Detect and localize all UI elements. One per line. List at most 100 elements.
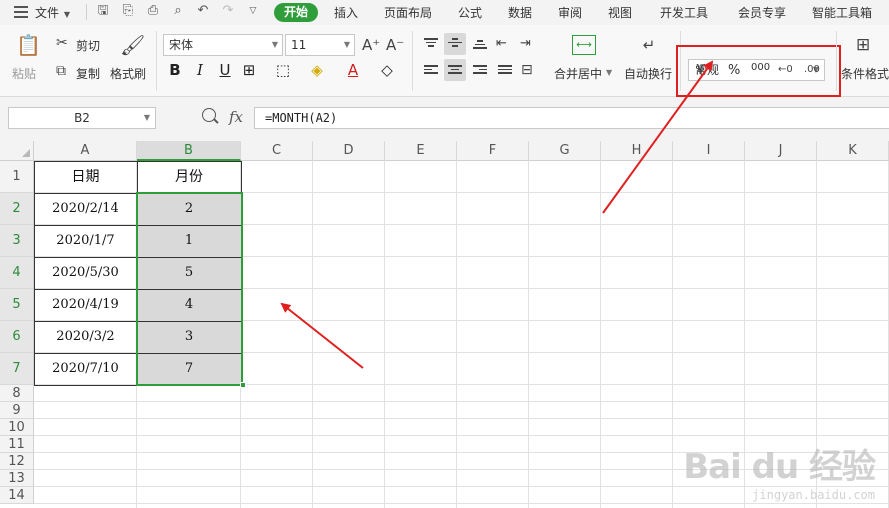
cell-b1-month-header[interactable]: 月份 (137, 161, 241, 193)
tab-developer[interactable]: 开发工具 (660, 4, 708, 21)
export-icon[interactable]: ⎘ (121, 4, 135, 18)
column-header-g[interactable]: G (529, 141, 601, 161)
tab-page-layout[interactable]: 页面布局 (384, 4, 432, 21)
decrease-font-icon[interactable]: A⁻ (386, 37, 404, 53)
row-header-12[interactable]: 12 (0, 453, 34, 470)
row-header-3[interactable]: 3 (0, 225, 34, 257)
brush-icon[interactable]: 🖌 (120, 33, 145, 57)
cell-date[interactable]: 2020/1/7 (34, 225, 137, 257)
paste-icon[interactable]: 📋 (16, 33, 41, 57)
column-header-j[interactable]: J (745, 141, 817, 161)
chevron-down-icon: ▼ (343, 40, 350, 49)
redo-icon[interactable]: ↷ (221, 4, 235, 18)
align-center-icon[interactable] (448, 65, 462, 77)
cell-date[interactable]: 2020/7/10 (34, 353, 137, 385)
copy-icon[interactable]: ⧉ (56, 63, 66, 79)
fill-color-icon[interactable]: ◈ (308, 61, 326, 79)
row-header-5[interactable]: 5 (0, 289, 34, 321)
column-header-f[interactable]: F (457, 141, 529, 161)
chevron-down-icon[interactable]: ▼ (606, 68, 612, 77)
fill-handle[interactable] (240, 382, 246, 388)
wrap-text-icon[interactable]: ↵ (638, 35, 660, 55)
grid-line (34, 435, 889, 436)
tab-smart-toolbox[interactable]: 智能工具箱 (812, 4, 872, 21)
justify-icon[interactable] (498, 65, 512, 77)
format-painter-button[interactable]: 格式刷 (110, 65, 146, 82)
distribute-icon[interactable]: ⊟ (521, 62, 533, 78)
print-preview-icon[interactable]: ⌕ (171, 4, 185, 18)
customize-icon[interactable]: ▽ (246, 4, 260, 18)
column-header-c[interactable]: C (241, 141, 313, 161)
eraser-icon[interactable]: ◇ (378, 61, 396, 79)
chevron-down-icon[interactable]: ▼ (60, 8, 74, 22)
align-right-icon[interactable] (473, 65, 487, 77)
align-bottom-icon[interactable] (473, 40, 487, 52)
border-icon[interactable]: ⊞ (240, 61, 258, 79)
save-icon[interactable]: 🖫 (96, 4, 110, 18)
grid-line (456, 161, 457, 508)
underline-icon[interactable]: U (216, 61, 234, 79)
row-header-4[interactable]: 4 (0, 257, 34, 289)
menu-icon[interactable] (14, 6, 28, 18)
italic-icon[interactable]: I (191, 61, 209, 79)
function-icon[interactable]: fx (229, 108, 243, 126)
bold-icon[interactable]: B (166, 61, 184, 79)
zoom-icon[interactable] (202, 108, 216, 122)
row-header-13[interactable]: 13 (0, 470, 34, 487)
tab-review[interactable]: 审阅 (558, 4, 582, 21)
merge-center-icon[interactable]: ⟷ (572, 35, 596, 55)
row-header-10[interactable]: 10 (0, 419, 34, 436)
merge-center-button[interactable]: 合并居中 (554, 65, 602, 82)
column-header-a[interactable]: A (34, 141, 137, 161)
increase-font-icon[interactable]: A⁺ (362, 37, 380, 53)
column-header-k[interactable]: K (817, 141, 889, 161)
cell-date[interactable]: 2020/5/30 (34, 257, 137, 289)
column-header-e[interactable]: E (385, 141, 457, 161)
print-icon[interactable]: ⎙ (146, 4, 160, 18)
align-top-icon[interactable] (424, 38, 438, 50)
tab-formulas[interactable]: 公式 (458, 4, 482, 21)
tab-data[interactable]: 数据 (508, 4, 532, 21)
column-header-i[interactable]: I (673, 141, 745, 161)
decrease-indent-icon[interactable]: ⇤ (496, 36, 507, 52)
row-header-6[interactable]: 6 (0, 321, 34, 353)
column-header-d[interactable]: D (313, 141, 385, 161)
formula-input[interactable]: =MONTH(A2) (254, 107, 889, 129)
cell-a1-date-header[interactable]: 日期 (34, 161, 137, 193)
fill-pattern-icon[interactable]: ⬚ (274, 61, 292, 79)
file-menu[interactable]: 文件 (35, 4, 59, 21)
conditional-format-icon[interactable]: ⊞ (856, 35, 870, 55)
column-header-b[interactable]: B (137, 141, 241, 161)
undo-icon[interactable]: ↶ (196, 4, 210, 18)
tab-member[interactable]: 会员专享 (738, 4, 786, 21)
cell-date[interactable]: 2020/3/2 (34, 321, 137, 353)
font-size-select[interactable]: 11 ▼ (285, 34, 355, 56)
row-header-1[interactable]: 1 (0, 161, 34, 193)
paste-button[interactable]: 粘贴 (12, 65, 36, 82)
row-header-2[interactable]: 2 (0, 193, 34, 225)
grid-line (672, 161, 673, 508)
cell-date[interactable]: 2020/2/14 (34, 193, 137, 225)
row-header-14[interactable]: 14 (0, 487, 34, 504)
select-all-corner[interactable] (0, 141, 34, 161)
column-header-h[interactable]: H (601, 141, 673, 161)
cell-date[interactable]: 2020/4/19 (34, 289, 137, 321)
copy-button[interactable]: 复制 (76, 65, 100, 82)
scissors-icon[interactable]: ✂ (56, 35, 68, 51)
font-color-icon[interactable]: A (344, 61, 362, 79)
row-header-9[interactable]: 9 (0, 402, 34, 419)
row-header-11[interactable]: 11 (0, 436, 34, 453)
wrap-text-button[interactable]: 自动换行 (624, 65, 672, 82)
row-header-8[interactable]: 8 (0, 385, 34, 402)
row-header-7[interactable]: 7 (0, 353, 34, 385)
name-box[interactable]: B2 ▼ (8, 107, 156, 129)
align-middle-icon[interactable] (448, 38, 462, 50)
align-left-icon[interactable] (424, 65, 438, 77)
cut-button[interactable]: 剪切 (76, 37, 100, 54)
tab-insert[interactable]: 插入 (334, 4, 358, 21)
tab-home[interactable]: 开始 (274, 3, 318, 22)
conditional-format-button[interactable]: 条件格式 (841, 65, 889, 82)
increase-indent-icon[interactable]: ⇥ (520, 36, 531, 52)
tab-view[interactable]: 视图 (608, 4, 632, 21)
font-name-select[interactable]: 宋体 ▼ (163, 34, 283, 56)
